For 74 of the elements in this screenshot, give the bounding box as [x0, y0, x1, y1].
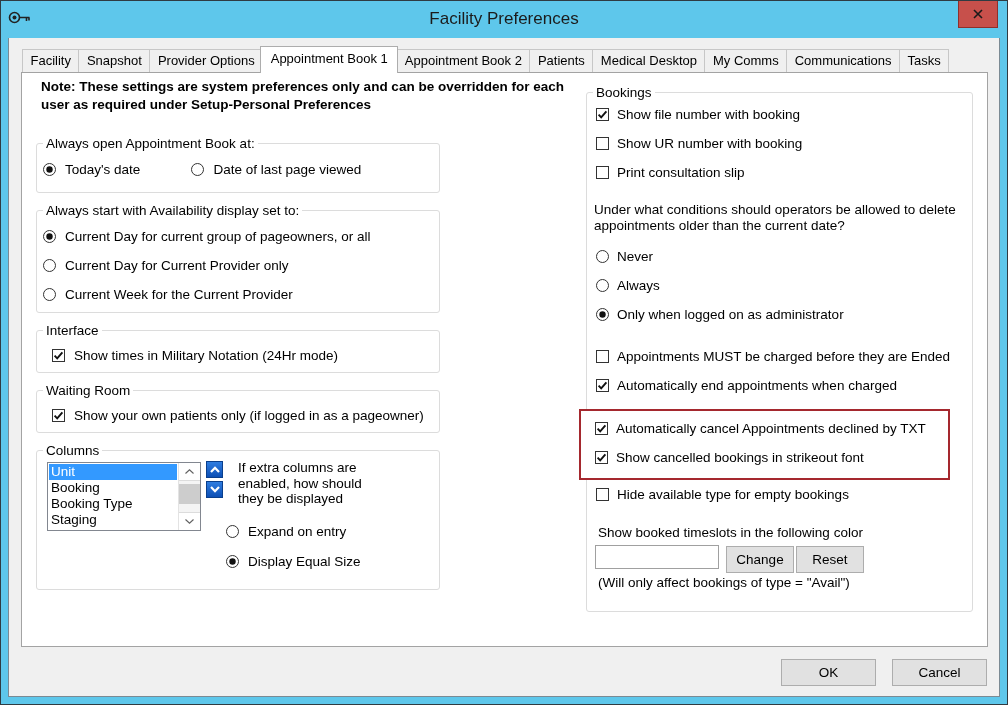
- window-title: Facility Preferences: [429, 9, 579, 29]
- checkbox-label[interactable]: Hide available type for empty bookings: [617, 485, 849, 503]
- chevron-up-icon[interactable]: [185, 469, 194, 474]
- action-button[interactable]: Change: [726, 546, 794, 573]
- radio-button[interactable]: [596, 307, 609, 321]
- radio-label[interactable]: Date of last page viewed: [213, 160, 362, 178]
- radio-button[interactable]: [43, 229, 56, 243]
- radio-button[interactable]: [226, 525, 239, 538]
- chevron-up-icon: [209, 466, 220, 473]
- radio-label[interactable]: Only when logged on as administrator: [617, 305, 844, 323]
- scrollbar[interactable]: [178, 463, 200, 530]
- radio-label[interactable]: Today's date: [65, 160, 141, 178]
- checkbox[interactable]: [596, 165, 609, 179]
- checkbox-label[interactable]: Show UR number with booking: [617, 134, 803, 152]
- checkbox[interactable]: [596, 378, 609, 392]
- note-text: (Will only affect bookings of type = "Avail"): [598, 575, 851, 591]
- chevron-down-icon: [209, 486, 220, 493]
- radio-button[interactable]: [226, 555, 239, 568]
- group-title: Always start with Availability display set to:: [45, 202, 301, 219]
- radio-label[interactable]: Current Week for the Current Provider: [65, 285, 293, 303]
- checkbox-label[interactable]: Show times in Military Notation (24Hr mode): [74, 346, 339, 364]
- radio-button[interactable]: [43, 162, 56, 176]
- scrollbar-thumb[interactable]: [179, 484, 200, 504]
- close-icon: [973, 9, 983, 19]
- checkbox[interactable]: [595, 450, 608, 464]
- move-up-button[interactable]: [206, 461, 223, 478]
- checkbox[interactable]: [596, 107, 609, 121]
- radio-button[interactable]: [43, 287, 56, 301]
- hint-text: If extra columns are enabled, how should they be displayed: [238, 460, 363, 507]
- move-down-button[interactable]: [206, 481, 223, 498]
- radio-label[interactable]: Always: [617, 276, 660, 294]
- action-button[interactable]: Reset: [796, 546, 864, 573]
- tab[interactable]: Appointment Book 1: [260, 46, 399, 73]
- checkbox-label[interactable]: Show cancelled bookings in strikeout font: [616, 448, 864, 466]
- checkbox-label[interactable]: Show your own patients only (if logged in as a pageowner): [74, 406, 424, 424]
- checkbox-label[interactable]: Print consultation slip: [617, 163, 745, 181]
- group-title: Bookings: [595, 84, 653, 101]
- chevron-down-icon[interactable]: [185, 519, 194, 524]
- checkbox[interactable]: [596, 487, 609, 501]
- radio-button[interactable]: [191, 162, 205, 176]
- list-item[interactable]: Staging: [49, 512, 177, 528]
- tab[interactable]: Tasks: [899, 49, 950, 72]
- note-text: Note: These settings are system preferences only and can be overridden for each user as required under Setup-Personal Preferences: [41, 78, 565, 114]
- checkbox[interactable]: [52, 348, 65, 362]
- checkbox[interactable]: [596, 349, 609, 363]
- checkbox[interactable]: [595, 421, 608, 435]
- key-icon: [8, 11, 30, 24]
- radio-label[interactable]: Display Equal Size: [248, 553, 361, 570]
- radio-label[interactable]: Never: [617, 247, 653, 265]
- checkbox-label[interactable]: Show file number with booking: [617, 105, 801, 123]
- question-text: Under what conditions should operators be allowed to delete appointments older than the current date?: [594, 202, 957, 234]
- group-title: Waiting Room: [45, 382, 132, 399]
- radio-label[interactable]: Expand on entry: [248, 523, 347, 540]
- group-title: Columns: [45, 442, 101, 459]
- checkbox-label[interactable]: Automatically cancel Appointments declined by TXT: [616, 419, 926, 437]
- radio-label[interactable]: Current Day for Current Provider only: [65, 256, 289, 274]
- tab[interactable]: Facility: [22, 49, 80, 72]
- color-field[interactable]: [595, 545, 719, 569]
- radio-button[interactable]: [43, 258, 56, 272]
- radio-button[interactable]: [596, 278, 609, 292]
- group-title: Always open Appointment Book at:: [45, 135, 256, 152]
- color-setting-label: Show booked timeslots in the following color: [598, 524, 864, 542]
- radio-label[interactable]: Current Day for current group of pageowners, or all: [65, 227, 371, 245]
- checkbox-label[interactable]: Automatically end appointments when charged: [617, 376, 897, 394]
- checkbox[interactable]: [52, 408, 65, 422]
- dialog-button[interactable]: OK: [781, 659, 876, 686]
- columns-list[interactable]: Unit Booking Booking Type Staging: [47, 462, 201, 531]
- dialog-button[interactable]: Cancel: [892, 659, 987, 686]
- checkbox[interactable]: [596, 136, 609, 150]
- radio-button[interactable]: [596, 249, 609, 263]
- list-item[interactable]: Booking Type: [49, 496, 177, 512]
- checkbox-label[interactable]: Appointments MUST be charged before they are Ended: [617, 347, 950, 365]
- list-item[interactable]: Booking: [49, 480, 177, 496]
- group-title: Interface: [45, 322, 100, 339]
